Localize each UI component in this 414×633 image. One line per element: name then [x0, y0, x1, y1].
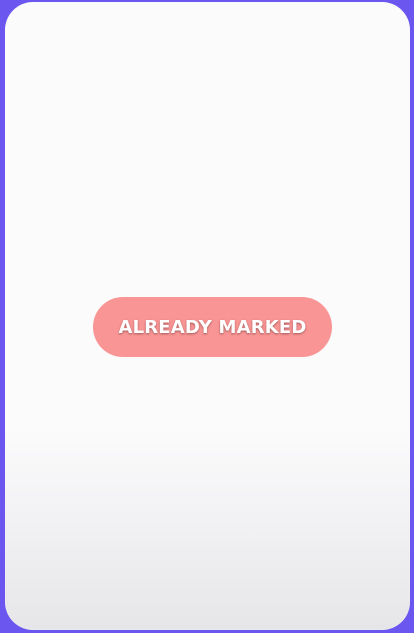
modal-card: ALREADY MARKED: [5, 2, 410, 630]
already-marked-button[interactable]: ALREADY MARKED: [93, 297, 332, 357]
